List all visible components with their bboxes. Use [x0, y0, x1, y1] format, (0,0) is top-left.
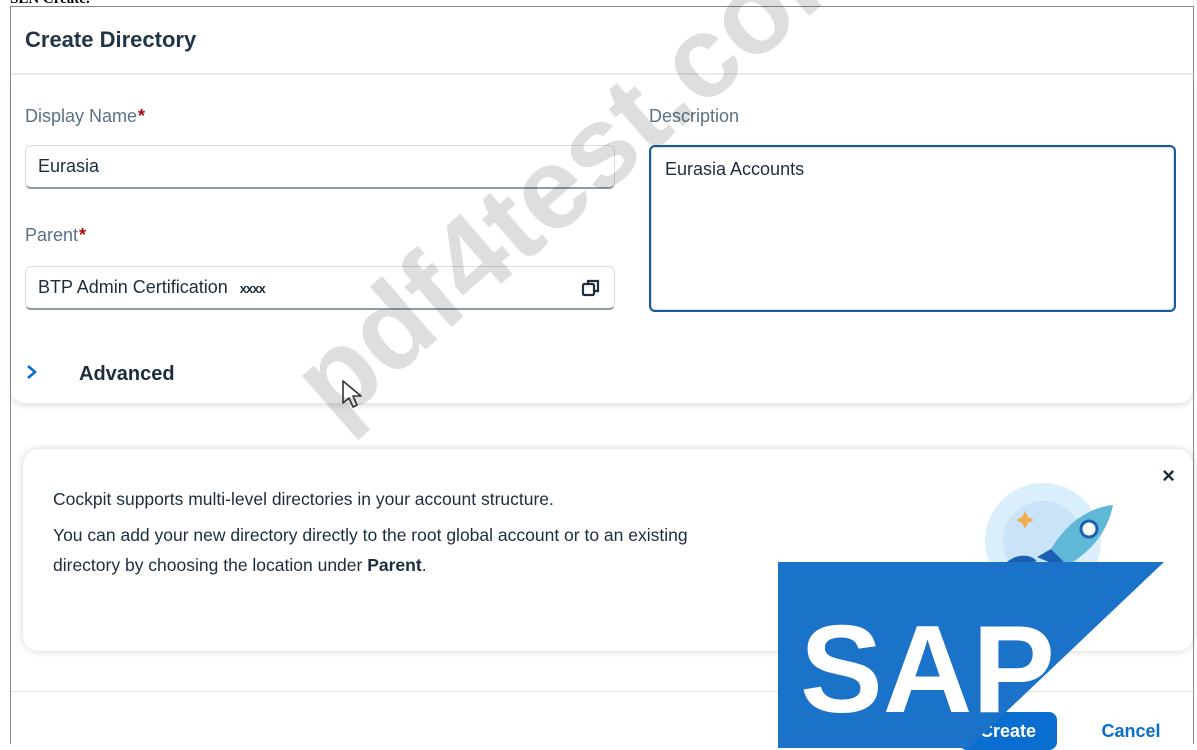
parent-masked-suffix: xxxx: [239, 281, 266, 296]
description-label: Description: [649, 106, 740, 126]
display-name-label: Display Name*: [25, 106, 145, 127]
dialog-title: Create Directory: [25, 27, 197, 52]
title-divider: [11, 73, 1193, 75]
chevron-right-icon: [25, 361, 49, 387]
description-value: Eurasia Accounts: [665, 159, 805, 179]
info-line-3-prefix: directory by choosing the location under: [53, 555, 368, 575]
sap-logo-text: SAP: [800, 601, 1055, 739]
display-name-input[interactable]: Eurasia: [25, 145, 615, 189]
required-marker: *: [79, 225, 87, 245]
mouse-cursor-icon: [342, 380, 362, 408]
info-line-1: Cockpit supports multi-level directories…: [53, 489, 554, 509]
info-line-2: You can add your new directory directly …: [53, 525, 688, 545]
info-line-3: directory by choosing the location under…: [53, 555, 427, 576]
advanced-label: Advanced: [79, 362, 175, 385]
parent-label-text: Parent: [25, 225, 79, 245]
close-icon[interactable]: ×: [1162, 463, 1175, 489]
parent-value: BTP Admin Certification xxxx: [38, 277, 580, 298]
description-textarea[interactable]: Eurasia Accounts: [649, 145, 1176, 312]
display-name-value: Eurasia: [38, 156, 100, 176]
sap-logo: SAP: [778, 562, 1164, 748]
parent-select[interactable]: BTP Admin Certification xxxx: [25, 266, 615, 310]
display-name-label-text: Display Name: [25, 106, 138, 126]
parent-label: Parent*: [25, 225, 86, 246]
required-marker: *: [138, 106, 146, 126]
info-line-3-suffix: .: [421, 555, 427, 575]
value-help-icon[interactable]: [580, 277, 602, 299]
info-line-3-bold: Parent: [367, 555, 422, 575]
advanced-toggle[interactable]: Advanced: [25, 357, 175, 391]
parent-value-text: BTP Admin Certification: [38, 277, 228, 297]
